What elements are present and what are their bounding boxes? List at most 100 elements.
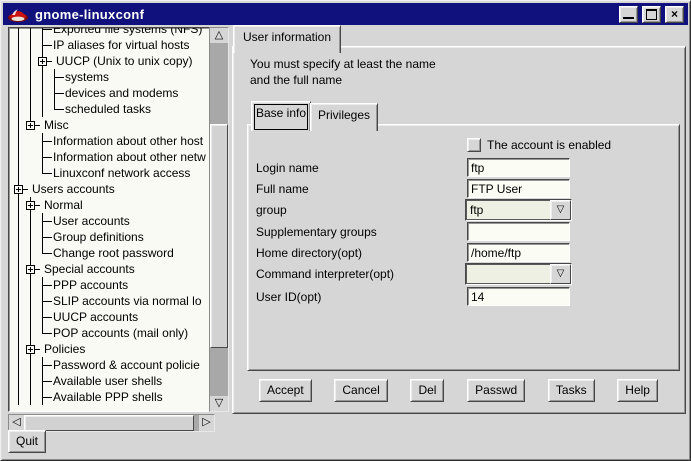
scroll-right-icon[interactable]: ▷ bbox=[199, 415, 214, 431]
tree-guide-line bbox=[18, 165, 19, 181]
dropdown-icon[interactable]: ▽ bbox=[550, 200, 571, 220]
scroll-left-icon[interactable]: ◁ bbox=[9, 415, 24, 431]
tree-item[interactable]: systems bbox=[11, 69, 209, 85]
tree-item[interactable]: POP accounts (mail only) bbox=[11, 325, 209, 341]
tree-connector-tick bbox=[42, 253, 52, 254]
tree-item-label: Change root password bbox=[53, 246, 174, 260]
tree-item[interactable]: Available PPP shells bbox=[11, 389, 209, 405]
horizontal-scroll-thumb[interactable] bbox=[24, 415, 194, 431]
field-label-group: group bbox=[256, 203, 287, 217]
tree-item[interactable]: Users accounts bbox=[11, 181, 209, 197]
tree-guide-line bbox=[30, 229, 31, 245]
account-enabled-row[interactable]: The account is enabled bbox=[467, 138, 611, 152]
maximize-button[interactable] bbox=[642, 6, 661, 23]
tree-item[interactable]: Available user shells bbox=[11, 373, 209, 389]
field-label-user-id-opt: User ID(opt) bbox=[256, 290, 321, 304]
tree-item[interactable]: UUCP (Unix to unix copy) bbox=[11, 53, 209, 69]
tree-guide-line bbox=[42, 85, 43, 101]
tree-expander-icon[interactable] bbox=[26, 345, 35, 354]
tree-item-label: Policies bbox=[44, 342, 85, 356]
action-button-row: Accept Cancel Del Passwd Tasks Help bbox=[259, 378, 658, 403]
tree-connector-tick bbox=[42, 221, 52, 222]
subtab-base-info[interactable]: Base info bbox=[251, 101, 311, 131]
tree-connector-tick bbox=[42, 173, 52, 174]
close-button[interactable]: × bbox=[665, 6, 684, 23]
tree-expander-icon[interactable] bbox=[38, 57, 47, 66]
tree-item[interactable]: scheduled tasks bbox=[11, 101, 209, 117]
minimize-button[interactable] bbox=[619, 6, 638, 23]
tree-item[interactable]: Information about other host bbox=[11, 133, 209, 149]
combo-entry-command-interpreter-opt[interactable] bbox=[466, 264, 550, 284]
tree-item[interactable]: Policies bbox=[11, 341, 209, 357]
scroll-down-icon[interactable]: ▽ bbox=[210, 396, 228, 411]
entry-login-name[interactable]: ftp bbox=[467, 158, 570, 177]
tree-guide-line bbox=[18, 85, 19, 101]
tree-item[interactable]: Linuxconf network access bbox=[11, 165, 209, 181]
combo-entry-group[interactable]: ftp bbox=[466, 200, 550, 220]
tree-guide-line bbox=[30, 37, 31, 53]
help-button[interactable]: Help bbox=[617, 379, 658, 402]
tree-guide-line bbox=[30, 101, 31, 117]
tree-item[interactable]: Group definitions bbox=[11, 229, 209, 245]
tree-item[interactable]: UUCP accounts bbox=[11, 309, 209, 325]
field-label-supplementary-groups: Supplementary groups bbox=[256, 225, 377, 239]
tree-item-label: UUCP (Unix to unix copy) bbox=[56, 54, 193, 68]
tree-item[interactable]: Information about other netw bbox=[11, 149, 209, 165]
tree-connector-line bbox=[42, 325, 43, 333]
entry-supplementary-groups[interactable] bbox=[467, 222, 570, 241]
entry-full-name[interactable]: FTP User bbox=[467, 179, 570, 198]
tree-item-label: Available PPP shells bbox=[53, 390, 163, 404]
scroll-up-icon[interactable]: △ bbox=[210, 28, 228, 43]
tree-item[interactable]: devices and modems bbox=[11, 85, 209, 101]
tree-item[interactable]: Misc bbox=[11, 117, 209, 133]
tree-item[interactable]: Password & account policie bbox=[11, 357, 209, 373]
tree-expander-icon[interactable] bbox=[14, 185, 23, 194]
tree-expander-icon[interactable] bbox=[26, 121, 35, 130]
account-enabled-checkbox[interactable] bbox=[467, 138, 481, 152]
tree-guide-line bbox=[18, 149, 19, 165]
del-button[interactable]: Del bbox=[410, 379, 444, 402]
config-tree[interactable]: Exported file systems (NFS) IP aliases fo… bbox=[8, 27, 210, 412]
tree-connector-line bbox=[42, 245, 43, 253]
subtab-privileges[interactable]: Privileges bbox=[310, 103, 378, 131]
entry-home-directory-opt[interactable]: /home/ftp bbox=[467, 243, 570, 262]
tree-item-label: Exported file systems (NFS) bbox=[53, 27, 202, 36]
tree-item[interactable]: Change root password bbox=[11, 245, 209, 261]
close-icon: × bbox=[666, 7, 683, 22]
tree-guide-line bbox=[30, 357, 31, 373]
tree-guide-line bbox=[30, 389, 31, 405]
tree-item[interactable]: User accounts bbox=[11, 213, 209, 229]
tree-connector-tick bbox=[42, 29, 52, 30]
tree-item[interactable]: Normal bbox=[11, 197, 209, 213]
tree-expander-icon[interactable] bbox=[26, 201, 35, 210]
tree-item[interactable]: IP aliases for virtual hosts bbox=[11, 37, 209, 53]
expander-plus-v bbox=[42, 59, 43, 64]
tree-guide-line bbox=[30, 325, 31, 341]
tree-expander-icon[interactable] bbox=[26, 265, 35, 274]
cancel-button[interactable]: Cancel bbox=[334, 379, 387, 402]
tree-item-label: Misc bbox=[44, 118, 69, 132]
tree-connector-tick bbox=[42, 237, 52, 238]
tree-guide-line bbox=[42, 69, 43, 85]
entry-user-id-opt[interactable]: 14 bbox=[467, 287, 570, 306]
tree-item[interactable]: PPP accounts bbox=[11, 277, 209, 293]
tree-item[interactable]: Exported file systems (NFS) bbox=[11, 27, 209, 37]
tree-item-label: devices and modems bbox=[65, 86, 178, 100]
vertical-scroll-thumb[interactable] bbox=[210, 124, 228, 348]
accept-button[interactable]: Accept bbox=[259, 379, 312, 402]
dropdown-icon[interactable]: ▽ bbox=[550, 264, 571, 284]
tree-item[interactable]: SLIP accounts via normal lo bbox=[11, 293, 209, 309]
tab-user-information[interactable]: User information bbox=[233, 25, 341, 53]
account-enabled-label: The account is enabled bbox=[487, 138, 611, 152]
tree-guide-line bbox=[18, 245, 19, 261]
tree-vertical-scrollbar[interactable]: △ ▽ bbox=[209, 27, 229, 412]
passwd-button[interactable]: Passwd bbox=[467, 379, 525, 402]
helper-text-line2: and the full name bbox=[250, 73, 342, 87]
tree-item-label: Available user shells bbox=[53, 374, 162, 388]
titlebar[interactable]: gnome-linuxconf × bbox=[3, 3, 688, 25]
quit-button[interactable]: Quit bbox=[8, 430, 46, 453]
tasks-button[interactable]: Tasks bbox=[548, 379, 595, 402]
tree-connector-tick bbox=[42, 157, 52, 158]
tree-item[interactable]: Special accounts bbox=[11, 261, 209, 277]
tree-item-label: IP aliases for virtual hosts bbox=[53, 38, 190, 52]
